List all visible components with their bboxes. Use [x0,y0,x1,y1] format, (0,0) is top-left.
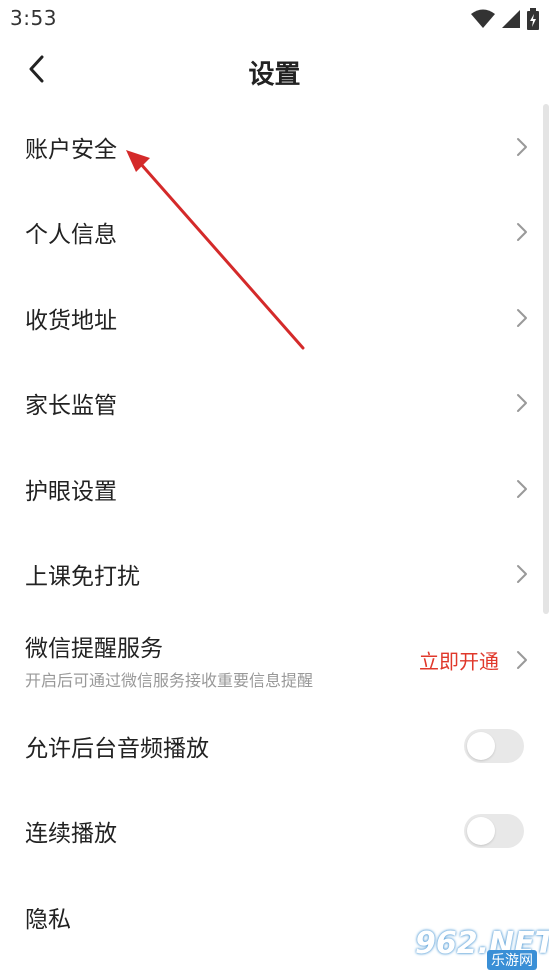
settings-item-label: 连续播放 [25,821,117,848]
settings-list: 账户安全 个人信息 收货地址 家长监管 护眼设置 上课免打扰 微信提醒服务 开启… [0,104,549,960]
settings-item-label: 收货地址 [25,307,117,334]
settings-item-label: 个人信息 [25,222,117,249]
battery-icon [527,8,539,34]
settings-item-continuous-play: 连续播放 [0,789,549,875]
chevron-right-icon [515,222,529,242]
status-bar: 3:53 [0,0,549,38]
background-audio-toggle[interactable] [464,728,524,763]
settings-item-shipping-address[interactable]: 收货地址 [0,275,549,361]
settings-item-label: 账户安全 [25,136,117,163]
settings-item-label: 允许后台音频播放 [25,735,209,762]
wifi-icon [471,9,495,33]
continuous-play-toggle[interactable] [464,814,524,849]
activate-now-link[interactable]: 立即开通 [419,646,499,675]
settings-item-label: 隐私 [25,906,71,933]
page-title: 设置 [248,60,301,90]
chevron-right-icon [515,137,529,157]
chevron-right-icon [515,564,529,584]
chevron-right-icon [515,650,529,670]
toggle-knob [467,817,495,846]
settings-item-subtitle: 开启后可通过微信服务接收重要信息提醒 [25,671,314,690]
settings-item-parental-control[interactable]: 家长监管 [0,361,549,447]
toggle-knob [467,731,495,760]
signal-icon [501,9,521,33]
settings-item-wechat-reminder[interactable]: 微信提醒服务 开启后可通过微信服务接收重要信息提醒 立即开通 [0,617,549,703]
settings-item-label: 家长监管 [25,393,117,420]
settings-item-account-security[interactable]: 账户安全 [0,104,549,190]
settings-item-class-dnd[interactable]: 上课免打扰 [0,532,549,618]
settings-item-personal-info[interactable]: 个人信息 [0,190,549,276]
status-time: 3:53 [10,6,57,30]
settings-item-eye-protection[interactable]: 护眼设置 [0,446,549,532]
watermark-subtext: 乐游网 [487,950,537,970]
settings-item-background-audio: 允许后台音频播放 [0,703,549,789]
watermark-logo: 962.NET 乐游网 [401,926,549,970]
settings-item-label: 微信提醒服务 [25,636,163,662]
chevron-right-icon [515,308,529,328]
chevron-right-icon [515,479,529,499]
settings-item-label: 护眼设置 [25,478,117,505]
settings-item-label: 上课免打扰 [25,564,140,591]
chevron-right-icon [515,393,529,413]
header: 设置 [0,38,549,104]
status-icons [471,8,539,34]
